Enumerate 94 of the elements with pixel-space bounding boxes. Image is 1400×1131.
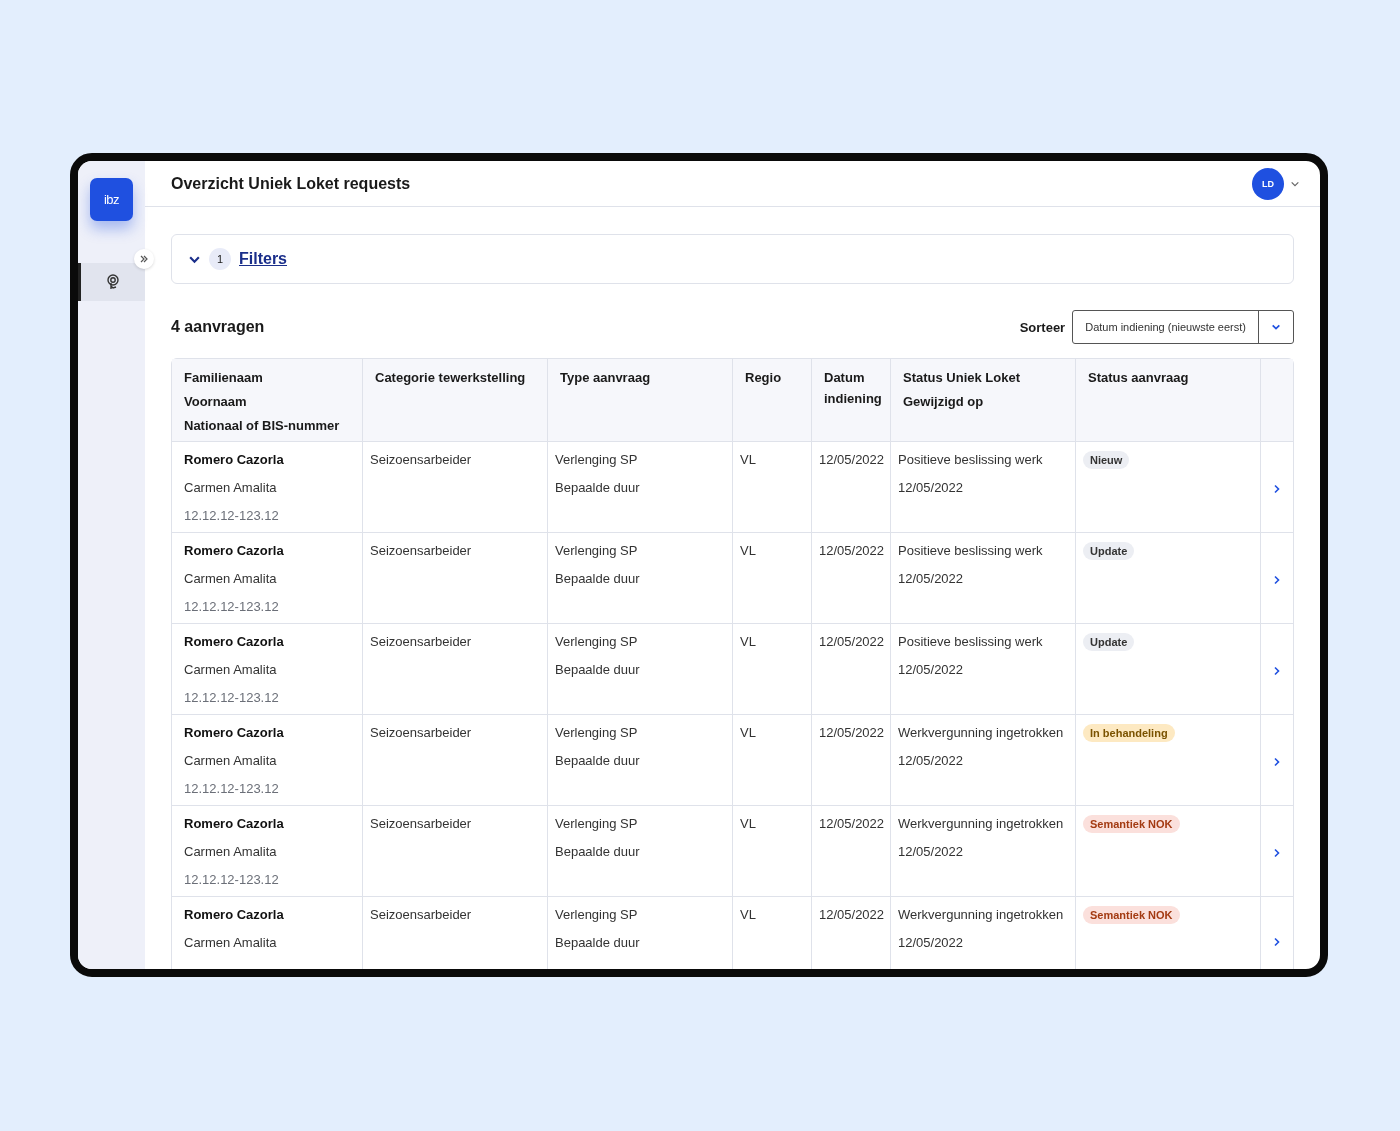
double-chevron-icon xyxy=(139,254,149,264)
date-text: 12/05/2022 xyxy=(819,906,885,924)
sort-label: Sorteer xyxy=(1019,319,1066,335)
first-name-text: Carmen Amalita xyxy=(184,570,277,588)
chevron-right-icon[interactable] xyxy=(1273,665,1281,676)
surname-text: Romero Cazorla xyxy=(184,542,284,560)
region-text: VL xyxy=(740,724,756,742)
changed-date-text: 12/05/2022 xyxy=(898,752,964,770)
request-type-text: Bepaalde duur xyxy=(555,479,640,497)
surname-text: Romero Cazorla xyxy=(184,724,284,742)
request-type-text: Verlenging SP xyxy=(555,542,638,560)
status-badge: Update xyxy=(1083,633,1135,651)
loket-status-text: Werkvergunning ingetrokken xyxy=(898,906,1064,924)
chevron-right-icon[interactable] xyxy=(1273,756,1281,767)
status-badge: Update xyxy=(1083,542,1135,560)
changed-date-text: 12/05/2022 xyxy=(898,934,964,952)
national-number-text: 12.12.12-123.12 xyxy=(184,689,279,707)
filters-link[interactable]: Filters xyxy=(239,250,287,268)
header-text: Voornaam xyxy=(184,393,248,411)
region-text: VL xyxy=(740,906,756,924)
sort-select[interactable]: Datum indiening (nieuwste eerst) xyxy=(1072,310,1294,344)
request-type-text: Verlenging SP xyxy=(555,815,638,833)
date-text: 12/05/2022 xyxy=(819,815,885,833)
status-badge: Semantiek NOK xyxy=(1083,906,1180,924)
region-text: VL xyxy=(740,815,756,833)
header-text: Categorie tewerkstelling xyxy=(375,369,527,387)
request-type-text: Verlenging SP xyxy=(555,724,638,742)
surname-text: Romero Cazorla xyxy=(184,815,284,833)
date-text: 12/05/2022 xyxy=(819,633,885,651)
chevron-down-icon xyxy=(1271,322,1281,332)
request-type-text: Verlenging SP xyxy=(555,633,638,651)
national-number-text: 12.12.12-123.12 xyxy=(184,780,279,798)
region-text: VL xyxy=(740,633,756,651)
surname-text: Romero Cazorla xyxy=(184,633,284,651)
page-title: Overzicht Uniek Loket requests xyxy=(171,174,412,193)
header-text: Regio xyxy=(745,369,783,387)
request-type-text: Verlenging SP xyxy=(555,906,638,924)
filter-count-badge: 1 xyxy=(209,248,231,270)
surname-text: Romero Cazorla xyxy=(184,906,284,924)
region-text: VL xyxy=(740,451,756,469)
date-text: 12/05/2022 xyxy=(819,724,885,742)
national-number-text: 12.12.12-123.12 xyxy=(184,871,279,889)
loket-status-text: Positieve beslissing werk xyxy=(898,542,1043,560)
request-type-text: Verlenging SP xyxy=(555,451,638,469)
loket-status-text: Werkvergunning ingetrokken xyxy=(898,815,1064,833)
changed-date-text: 12/05/2022 xyxy=(898,570,964,588)
date-text: 12/05/2022 xyxy=(819,542,885,560)
first-name-text: Carmen Amalita xyxy=(184,934,277,952)
status-badge: Nieuw xyxy=(1083,451,1130,469)
header-text: Familienaam xyxy=(184,369,264,387)
chevron-right-icon[interactable] xyxy=(1273,574,1281,585)
loket-status-text: Werkvergunning ingetrokken xyxy=(898,724,1064,742)
changed-date-text: 12/05/2022 xyxy=(898,479,964,497)
chevron-right-icon[interactable] xyxy=(1273,483,1281,494)
category-text: Seizoensarbeider xyxy=(370,451,472,469)
request-type-text: Bepaalde duur xyxy=(555,843,640,861)
logo[interactable]: ibz xyxy=(90,178,133,221)
expand-sidebar-button[interactable] xyxy=(134,249,154,269)
user-avatar[interactable]: LD xyxy=(1252,167,1284,200)
category-text: Seizoensarbeider xyxy=(370,542,472,560)
request-type-text: Bepaalde duur xyxy=(555,570,640,588)
header-text: Status aanvraag xyxy=(1088,369,1190,387)
category-text: Seizoensarbeider xyxy=(370,633,472,651)
category-text: Seizoensarbeider xyxy=(370,724,472,742)
date-text: 12/05/2022 xyxy=(819,451,885,469)
surname-text: Romero Cazorla xyxy=(184,451,284,469)
region-text: VL xyxy=(740,542,756,560)
category-text: Seizoensarbeider xyxy=(370,815,472,833)
request-type-text: Bepaalde duur xyxy=(555,934,640,952)
loket-status-text: Positieve beslissing werk xyxy=(898,633,1043,651)
changed-date-text: 12/05/2022 xyxy=(898,661,964,679)
loket-status-text: Positieve beslissing werk xyxy=(898,451,1043,469)
request-type-text: Bepaalde duur xyxy=(555,752,640,770)
results-count: 4 aanvragen xyxy=(171,318,266,336)
header-text: Gewijzigd op xyxy=(903,393,985,411)
request-type-text: Bepaalde duur xyxy=(555,661,640,679)
national-number-text: 12.12.12-123.12 xyxy=(184,507,279,525)
first-name-text: Carmen Amalita xyxy=(184,479,277,497)
status-badge: In behandeling xyxy=(1083,724,1175,742)
header-text: Datum indiening xyxy=(824,369,883,408)
chevron-right-icon[interactable] xyxy=(1273,937,1281,947)
first-name-text: Carmen Amalita xyxy=(184,843,277,861)
category-text: Seizoensarbeider xyxy=(370,906,472,924)
sidebar-item[interactable] xyxy=(78,263,145,301)
header-text: Status Uniek Loket xyxy=(903,369,1022,387)
status-badge: Semantiek NOK xyxy=(1083,815,1180,833)
header-text: Nationaal of BIS-nummer xyxy=(184,417,341,435)
national-number-text: 12.12.12-123.12 xyxy=(184,598,279,616)
logo-text: ibz xyxy=(103,192,120,207)
header-text: Type aanvraag xyxy=(560,369,652,387)
first-name-text: Carmen Amalita xyxy=(184,752,277,770)
first-name-text: Carmen Amalita xyxy=(184,661,277,679)
chevron-right-icon[interactable] xyxy=(1273,847,1281,858)
changed-date-text: 12/05/2022 xyxy=(898,843,964,861)
